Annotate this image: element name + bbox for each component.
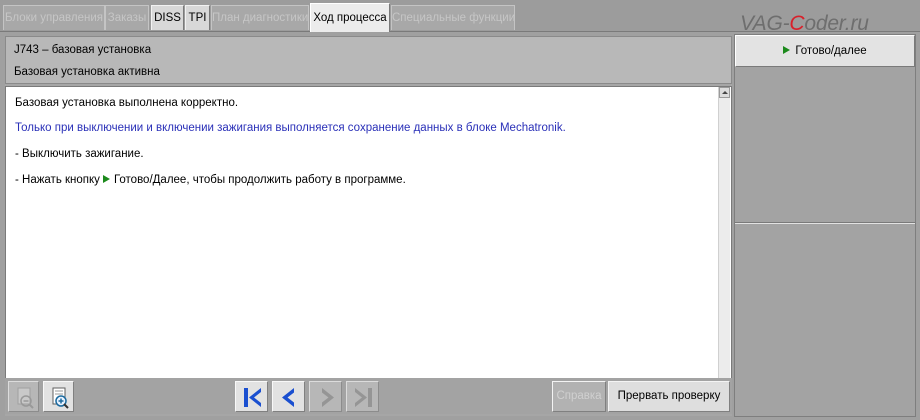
procedure-title: J743 – базовая установка (14, 44, 152, 56)
logo-text-red: C (789, 12, 805, 35)
next-step-button[interactable] (309, 381, 342, 412)
tab-orders[interactable]: Заказы (105, 5, 149, 30)
instruction-line-4-start: - Нажать кнопку (15, 174, 100, 186)
zoom-in-icon (52, 387, 69, 409)
instruction-text-area: Базовая установка выполнена корректно. Т… (5, 86, 732, 413)
instruction-line-1: Базовая установка выполнена корректно. (15, 97, 239, 109)
tab-diss[interactable]: DISS (151, 5, 184, 30)
panel-divider-highlight (735, 223, 915, 224)
tab-diagnostic-plan[interactable]: План диагностики (211, 5, 309, 30)
zoom-in-button[interactable] (43, 381, 74, 412)
zoom-out-icon (17, 387, 34, 409)
instruction-line-3: - Выключить зажигание. (15, 148, 144, 160)
tab-tpi[interactable]: TPI (185, 5, 210, 30)
right-panel: Готово/далее (734, 34, 916, 417)
abort-test-button[interactable]: Прервать проверку (608, 381, 730, 412)
zoom-out-button[interactable] (8, 381, 39, 412)
instruction-line-2: Только при выключении и включении зажига… (15, 122, 566, 134)
play-icon (783, 46, 791, 54)
instruction-line-4: - Нажать кнопку Готово/Далее, чтобы продо… (15, 174, 406, 186)
procedure-status: Базовая установка активна (14, 66, 160, 78)
instruction-line-4-end: Готово/Далее, чтобы продолжить работу в … (113, 174, 406, 186)
logo-text-b: oder.ru (804, 12, 869, 35)
procedure-header: J743 – базовая установка Базовая установ… (5, 36, 732, 84)
tab-special-functions[interactable]: Специальные функции (391, 5, 515, 30)
tab-control-units[interactable]: Блоки управления (3, 5, 105, 30)
done-next-label: Готово/далее (795, 45, 867, 57)
logo-text-a: VAG- (740, 12, 790, 35)
previous-step-button[interactable] (272, 381, 305, 412)
bottom-toolbar: Справка Прервать проверку (5, 378, 732, 414)
tab-process-progress[interactable]: Ход процесса (310, 3, 390, 32)
help-button[interactable]: Справка (552, 381, 606, 412)
chevron-left-icon (282, 388, 294, 407)
chevron-right-icon (322, 388, 334, 407)
skip-first-icon (244, 388, 261, 407)
first-step-button[interactable] (235, 381, 268, 412)
vertical-scrollbar[interactable] (718, 87, 730, 412)
last-step-button[interactable] (346, 381, 379, 412)
tab-bar: Блоки управления Заказы DISS TPI План ди… (0, 0, 920, 35)
skip-last-icon (355, 388, 372, 407)
watermark-logo: VAG-Coder.ru (740, 12, 869, 36)
play-icon (102, 175, 110, 183)
done-next-button[interactable]: Готово/далее (735, 35, 915, 67)
scroll-up-button[interactable] (719, 87, 730, 98)
main-panel: J743 – базовая установка Базовая установ… (5, 36, 732, 416)
